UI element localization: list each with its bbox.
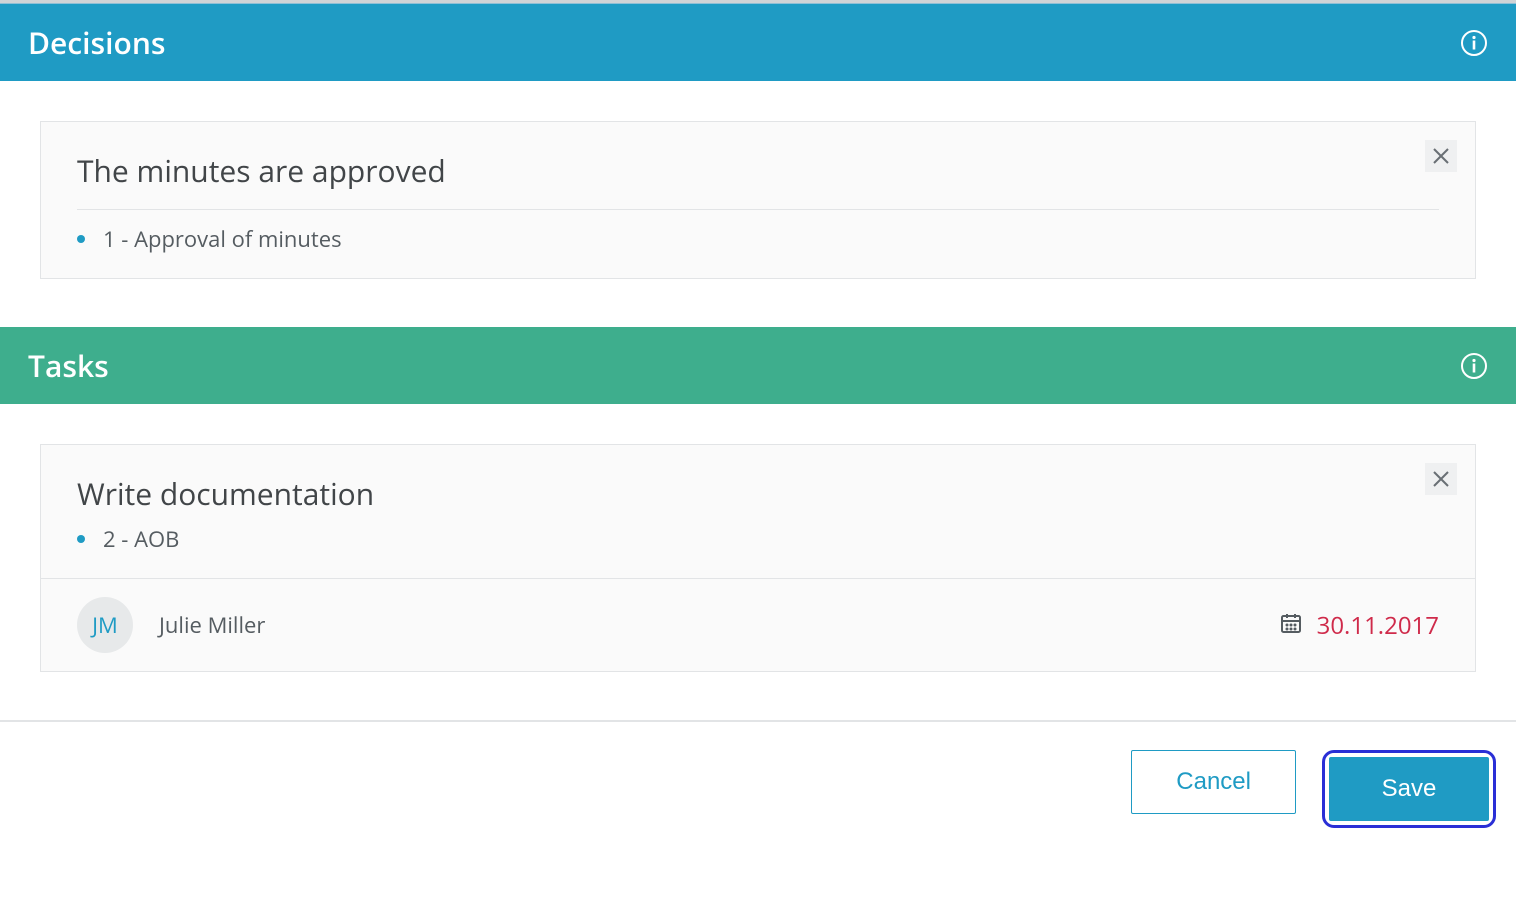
calendar-icon [1279, 611, 1303, 640]
assignee-name: Julie Miller [159, 610, 265, 640]
cancel-button[interactable]: Cancel [1131, 750, 1296, 814]
divider [77, 209, 1439, 210]
due-date-wrap: 30.11.2017 [1279, 609, 1439, 642]
task-item-label: 2 - AOB [103, 524, 179, 554]
info-icon[interactable] [1460, 29, 1488, 57]
close-icon[interactable] [1425, 463, 1457, 495]
bullet-icon [77, 535, 85, 543]
decisions-section-title: Decisions [28, 22, 165, 63]
close-icon[interactable] [1425, 140, 1457, 172]
decision-item: 1 - Approval of minutes [77, 224, 1439, 254]
tasks-section-title: Tasks [28, 345, 109, 386]
decision-card: The minutes are approved 1 - Approval of… [40, 121, 1476, 279]
decisions-section-header: Decisions [0, 3, 1516, 81]
decisions-card-area: The minutes are approved 1 - Approval of… [0, 81, 1516, 327]
tasks-section-header: Tasks [0, 327, 1516, 404]
bullet-icon [77, 235, 85, 243]
task-item: 2 - AOB [77, 524, 1439, 554]
decision-item-label: 1 - Approval of minutes [103, 224, 342, 254]
task-card-title: Write documentation [77, 473, 1439, 514]
tasks-card-area: Write documentation 2 - AOB JM Julie Mil… [0, 404, 1516, 720]
avatar: JM [77, 597, 133, 653]
footer-actions: Cancel Save [0, 722, 1516, 856]
save-button[interactable]: Save [1329, 757, 1489, 821]
info-icon[interactable] [1460, 352, 1488, 380]
decision-card-title: The minutes are approved [77, 150, 1439, 191]
task-assignee-row: JM Julie Miller 30.11.2017 [41, 578, 1475, 671]
task-card: Write documentation 2 - AOB JM Julie Mil… [40, 444, 1476, 672]
save-highlight-ring: Save [1322, 750, 1496, 828]
due-date: 30.11.2017 [1317, 609, 1439, 642]
